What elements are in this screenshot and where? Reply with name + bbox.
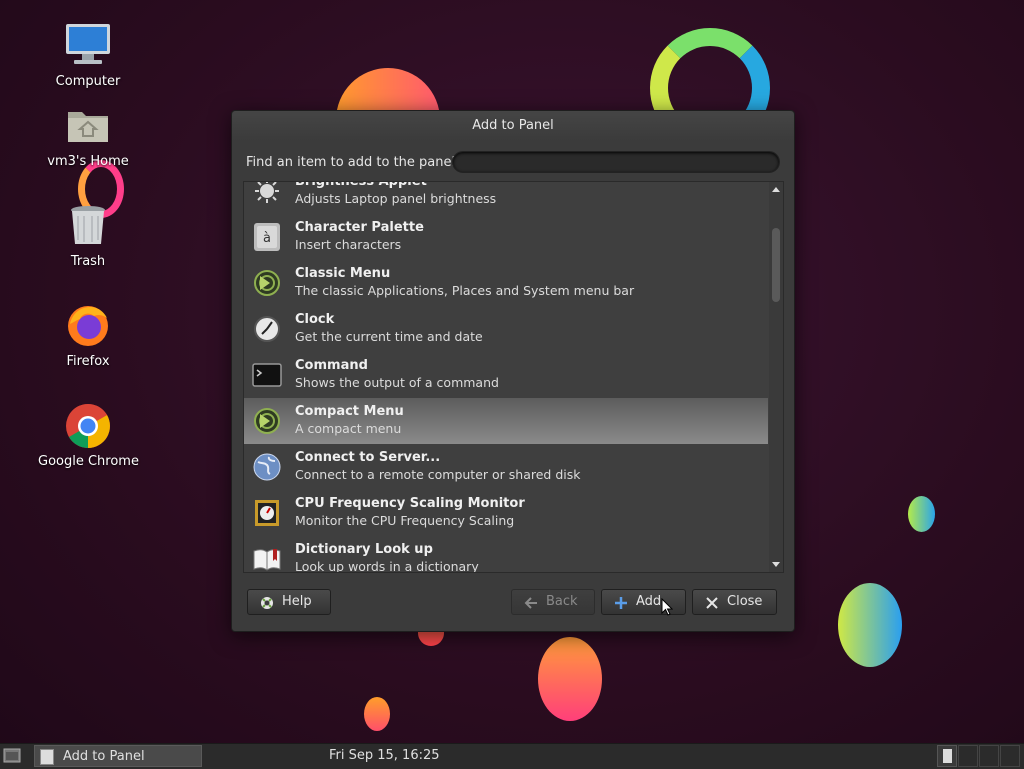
teal-blob-decoration [908, 496, 935, 532]
desktop-icon-label: Firefox [66, 354, 110, 369]
window-thumbnail-icon [943, 749, 952, 763]
scroll-down-arrow-icon[interactable] [772, 562, 780, 567]
item-description: Connect to a remote computer or shared d… [295, 467, 581, 482]
item-name: CPU Frequency Scaling Monitor [295, 496, 525, 511]
scrollbar-thumb[interactable] [772, 228, 780, 302]
list-item[interactable]: Dictionary Look up Look up words in a di… [244, 536, 768, 573]
taskbar-window-button[interactable]: Add to Panel [34, 745, 202, 767]
lifebuoy-icon [260, 595, 274, 609]
classic-menu-icon [252, 269, 282, 297]
terminal-icon [252, 361, 282, 389]
list-item[interactable]: Connect to Server... Connect to a remote… [244, 444, 768, 490]
back-button-label: Back [546, 594, 578, 609]
clock-icon [252, 315, 282, 343]
applet-list-items: Brightness Applet Adjusts Laptop panel b… [244, 181, 768, 573]
item-description: Look up words in a dictionary [295, 559, 479, 573]
brightness-icon [252, 182, 282, 205]
trash-icon [64, 202, 112, 250]
window-icon [40, 749, 54, 765]
add-to-panel-dialog: Add to Panel Find an item to add to the … [231, 110, 795, 632]
item-name: Classic Menu [295, 266, 391, 281]
compact-menu-icon [252, 407, 282, 435]
list-item[interactable]: CPU Frequency Scaling Monitor Monitor th… [244, 490, 768, 536]
desktop-icon-chrome[interactable]: Google Chrome [38, 402, 139, 469]
globe-icon [252, 453, 282, 481]
workspace-4[interactable] [1000, 745, 1020, 767]
list-scrollbar[interactable] [769, 182, 783, 572]
desktop-icon-label: Trash [70, 254, 106, 269]
item-name: Dictionary Look up [295, 542, 433, 557]
back-arrow-icon [524, 595, 538, 609]
taskbar-window-label: Add to Panel [63, 749, 145, 764]
chrome-icon [64, 402, 112, 450]
cpu-icon [252, 499, 282, 527]
list-item[interactable]: Brightness Applet Adjusts Laptop panel b… [244, 181, 768, 214]
show-desktop-icon[interactable] [3, 747, 21, 764]
workspace-1[interactable] [937, 745, 957, 767]
workspace-2[interactable] [958, 745, 978, 767]
list-item-selected[interactable]: Compact Menu A compact menu [244, 398, 768, 444]
svg-text:à: à [263, 231, 271, 246]
item-description: Monitor the CPU Frequency Scaling [295, 513, 515, 528]
add-button[interactable]: Add [601, 589, 686, 615]
list-item[interactable]: Clock Get the current time and date [244, 306, 768, 352]
desktop-icon-label: Computer [55, 74, 121, 89]
item-name: Clock [295, 312, 335, 327]
desktop-icon-computer[interactable]: Computer [38, 22, 138, 89]
find-row: Find an item to add to the panel: [246, 151, 782, 175]
list-item[interactable]: Classic Menu The classic Applications, P… [244, 260, 768, 306]
desktop-icon-firefox[interactable]: Firefox [38, 302, 138, 369]
item-name: Compact Menu [295, 404, 404, 419]
back-button[interactable]: Back [511, 589, 595, 615]
item-description: Get the current time and date [295, 329, 483, 344]
computer-icon [64, 22, 112, 70]
help-button[interactable]: Help [247, 589, 331, 615]
pink-orange-blob-decoration [538, 637, 602, 721]
item-description: Adjusts Laptop panel brightness [295, 191, 497, 206]
add-button-label: Add [636, 594, 662, 609]
small-orange-blob-decoration [364, 697, 390, 731]
plus-icon [614, 595, 628, 609]
taskbar: Add to Panel Fri Sep 15, 16:25 [0, 743, 1024, 769]
workspace-switcher[interactable] [937, 745, 1021, 767]
close-button[interactable]: Close [692, 589, 777, 615]
green-blue-blob-decoration [838, 583, 902, 667]
item-name: Character Palette [295, 220, 424, 235]
applet-list[interactable]: Brightness Applet Adjusts Laptop panel b… [243, 181, 784, 573]
item-description: Insert characters [295, 237, 402, 252]
close-button-label: Close [727, 594, 763, 609]
item-name: Command [295, 358, 368, 373]
close-icon [705, 595, 719, 609]
dialog-title: Add to Panel [472, 118, 554, 133]
item-name: Brightness Applet [295, 181, 427, 189]
search-input[interactable] [452, 151, 780, 173]
desktop-icon-trash[interactable]: Trash [38, 202, 138, 269]
home-folder-icon [64, 102, 112, 150]
clock[interactable]: Fri Sep 15, 16:25 [329, 748, 440, 763]
workspace-3[interactable] [979, 745, 999, 767]
item-name: Connect to Server... [295, 450, 441, 465]
list-item[interactable]: à Character Palette Insert characters [244, 214, 768, 260]
find-label: Find an item to add to the panel: [246, 155, 460, 170]
book-icon [252, 545, 282, 572]
list-item[interactable]: Command Shows the output of a command [244, 352, 768, 398]
character-palette-icon: à [252, 223, 282, 251]
help-button-label: Help [282, 594, 312, 609]
item-description: A compact menu [295, 421, 402, 436]
mouse-cursor-icon [661, 597, 674, 616]
desktop-icon-label: vm3's Home [47, 154, 129, 169]
desktop-icon-home[interactable]: vm3's Home [38, 102, 138, 169]
item-description: Shows the output of a command [295, 375, 499, 390]
firefox-icon [64, 302, 112, 350]
item-description: The classic Applications, Places and Sys… [295, 283, 635, 298]
dialog-titlebar[interactable]: Add to Panel [232, 111, 794, 141]
scroll-up-arrow-icon[interactable] [772, 187, 780, 192]
desktop-icon-label: Google Chrome [38, 454, 139, 469]
